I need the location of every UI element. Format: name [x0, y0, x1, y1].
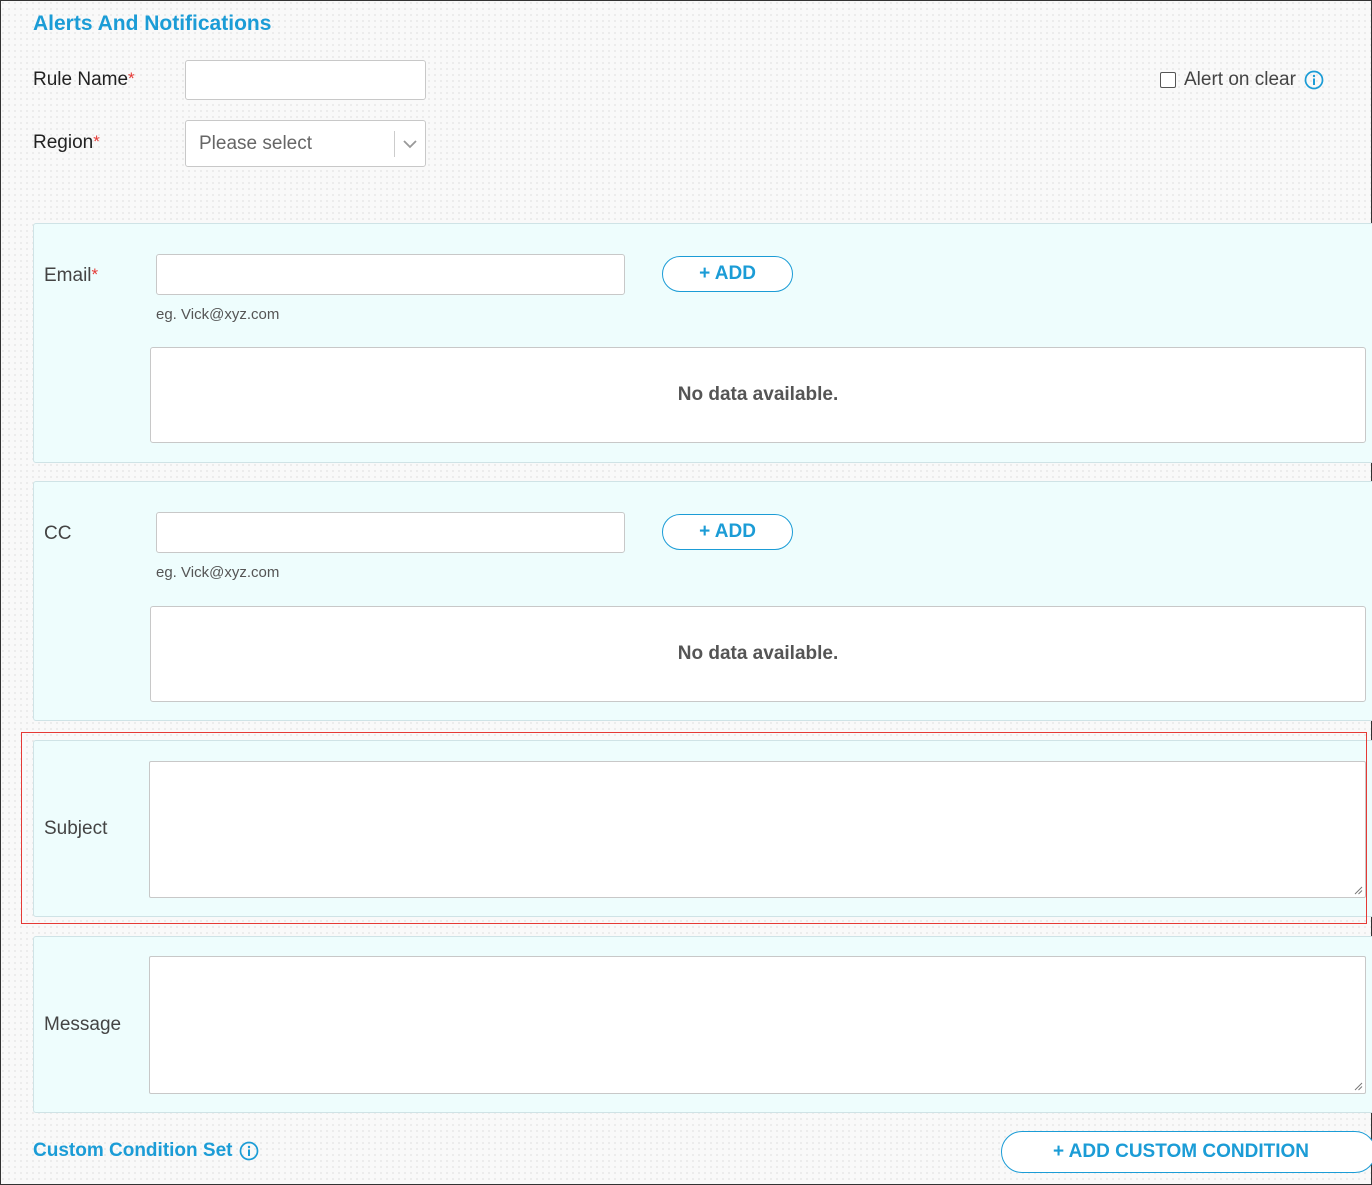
custom-condition-heading: Custom Condition Set — [33, 1140, 259, 1162]
region-label-text: Region — [33, 132, 94, 153]
page-title: Alerts And Notifications — [33, 12, 272, 35]
region-label: Region* — [33, 132, 100, 154]
message-label: Message — [44, 1014, 122, 1035]
cc-empty-text: No data available. — [677, 643, 839, 664]
email-list: No data available. — [150, 347, 1366, 443]
select-divider — [394, 131, 395, 157]
cc-add-button[interactable]: + ADD — [662, 514, 793, 550]
chevron-down-icon[interactable] — [400, 131, 420, 157]
alert-on-clear-label: Alert on clear — [1184, 69, 1296, 90]
resize-grip-icon[interactable] — [1353, 1081, 1363, 1091]
required-mark: * — [93, 132, 100, 151]
add-custom-condition-button[interactable]: + ADD CUSTOM CONDITION — [1001, 1131, 1372, 1173]
custom-condition-title: Custom Condition Set — [33, 1140, 233, 1161]
subject-highlight-box — [21, 732, 1367, 924]
cc-panel: CC + ADD eg. Vick@xyz.com No data availa… — [33, 481, 1372, 721]
required-mark: * — [91, 265, 99, 284]
email-empty-text: No data available. — [677, 384, 839, 405]
email-input[interactable] — [156, 254, 625, 295]
email-panel: Email* + ADD eg. Vick@xyz.com No data av… — [33, 223, 1372, 463]
email-label: Email* — [44, 265, 98, 287]
cc-hint: eg. Vick@xyz.com — [156, 564, 280, 581]
message-panel: Message — [33, 936, 1372, 1113]
cc-label: CC — [44, 523, 72, 544]
email-add-button[interactable]: + ADD — [662, 256, 793, 292]
info-icon[interactable] — [1304, 70, 1324, 90]
info-icon[interactable] — [239, 1141, 259, 1161]
rule-name-input[interactable] — [185, 60, 426, 100]
alert-on-clear[interactable]: Alert on clear — [1160, 69, 1324, 91]
rule-name-label-text: Rule Name — [33, 69, 129, 90]
email-hint: eg. Vick@xyz.com — [156, 306, 280, 323]
region-select-placeholder: Please select — [199, 133, 313, 154]
message-textarea[interactable] — [149, 956, 1366, 1094]
cc-input[interactable] — [156, 512, 625, 553]
required-mark: * — [128, 69, 135, 88]
cc-list: No data available. — [150, 606, 1366, 702]
email-label-text: Email — [44, 265, 92, 286]
region-select[interactable]: Please select — [185, 120, 426, 167]
alert-on-clear-checkbox[interactable] — [1160, 72, 1176, 88]
rule-name-label: Rule Name* — [33, 69, 135, 91]
